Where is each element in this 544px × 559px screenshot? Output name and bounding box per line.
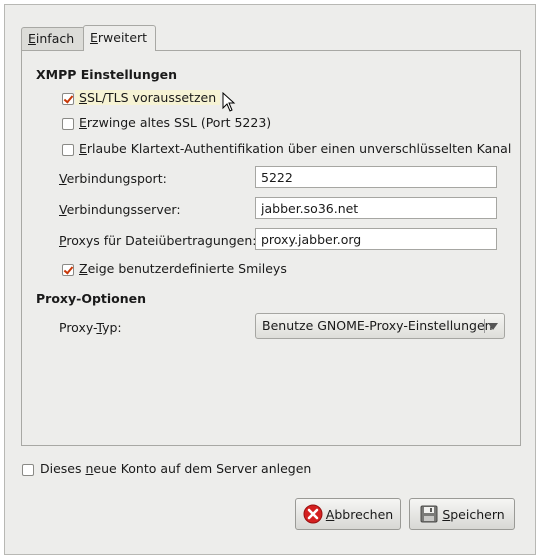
mouse-pointer-icon <box>222 92 236 112</box>
force-old-ssl-label[interactable]: Erzwinge altes SSL (Port 5223) <box>79 115 271 130</box>
tab-erweitert-mnemonic: E <box>90 30 98 45</box>
cancel-icon <box>303 504 323 524</box>
file-proxies-label: Proxys für Dateiübertragungen: <box>59 233 256 248</box>
tab-einfach-mnemonic: E <box>28 31 36 46</box>
register-account-label[interactable]: Dieses neue Konto auf dem Server anlegen <box>40 461 311 476</box>
register-account-pre: Dieses <box>40 461 86 476</box>
force-old-ssl-mnemonic: E <box>79 115 87 130</box>
server-label: Verbindungsserver: <box>59 202 181 217</box>
file-proxies-text: roxys für Dateiübertragungen: <box>66 233 257 248</box>
force-old-ssl-text: rzwinge altes SSL (Port 5223) <box>86 115 272 130</box>
require-ssl-mnemonic: S <box>79 90 87 105</box>
account-dialog: Einfach Erweitert XMPP Einstellungen SSL… <box>4 4 536 555</box>
allow-plaintext-mnemonic: E <box>79 141 87 156</box>
floppy-disk-icon <box>419 504 439 524</box>
custom-smileys-label[interactable]: Zeige benutzerdefinierte Smileys <box>79 261 287 276</box>
require-ssl-label[interactable]: SSL/TLS voraussetzen <box>75 90 221 105</box>
custom-smileys-mnemonic: Z <box>79 261 88 276</box>
tab-erweitert-label: rweitert <box>97 30 148 45</box>
allow-plaintext-checkbox[interactable] <box>62 144 74 156</box>
save-label: peichern <box>450 506 505 522</box>
proxy-type-text-rest: yp: <box>102 320 122 335</box>
proxy-type-text-pre: Proxy- <box>59 320 97 335</box>
cancel-label: bbrechen <box>334 506 394 522</box>
tab-einfach-label: infach <box>35 31 75 46</box>
port-mnemonic: V <box>59 171 67 186</box>
force-old-ssl-checkbox[interactable] <box>62 118 74 130</box>
proxy-type-selected: Benutze GNOME-Proxy-Einstellungen <box>262 318 493 333</box>
require-ssl-checkbox[interactable] <box>62 93 74 105</box>
require-ssl-text: SL/TLS voraussetzen <box>86 90 217 105</box>
server-field[interactable] <box>255 197 497 219</box>
register-account-checkbox[interactable] <box>22 464 34 476</box>
save-button[interactable]: Speichern <box>409 498 515 530</box>
cancel-button[interactable]: Abbrechen <box>295 498 401 530</box>
custom-smileys-text: eige benutzerdefinierte Smileys <box>87 261 287 276</box>
file-proxies-field[interactable] <box>255 228 497 250</box>
custom-smileys-checkbox[interactable] <box>62 264 74 276</box>
tab-erweitert[interactable]: Erweitert <box>83 25 156 51</box>
proxy-type-label: Proxy-Typ: <box>59 320 122 335</box>
combo-separator <box>484 319 485 333</box>
chevron-down-icon <box>488 323 498 330</box>
advanced-panel: XMPP Einstellungen SSL/TLS voraussetzen … <box>21 50 521 446</box>
port-field[interactable] <box>255 166 497 188</box>
port-label: Verbindungsport: <box>59 171 167 186</box>
server-text: erbindungsserver: <box>66 202 181 217</box>
port-text: erbindungsport: <box>66 171 167 186</box>
register-account-rest: eue Konto auf dem Server anlegen <box>93 461 312 476</box>
allow-plaintext-text: rlaube Klartext-Authentifikation über ei… <box>86 141 512 156</box>
proxy-options-heading: Proxy-Optionen <box>36 291 147 306</box>
xmpp-settings-heading: XMPP Einstellungen <box>36 67 178 82</box>
server-mnemonic: V <box>59 202 67 217</box>
allow-plaintext-label[interactable]: Erlaube Klartext-Authentifikation über e… <box>79 141 511 156</box>
proxy-type-combo[interactable]: Benutze GNOME-Proxy-Einstellungen <box>255 313 505 339</box>
tab-einfach[interactable]: Einfach <box>21 27 85 50</box>
